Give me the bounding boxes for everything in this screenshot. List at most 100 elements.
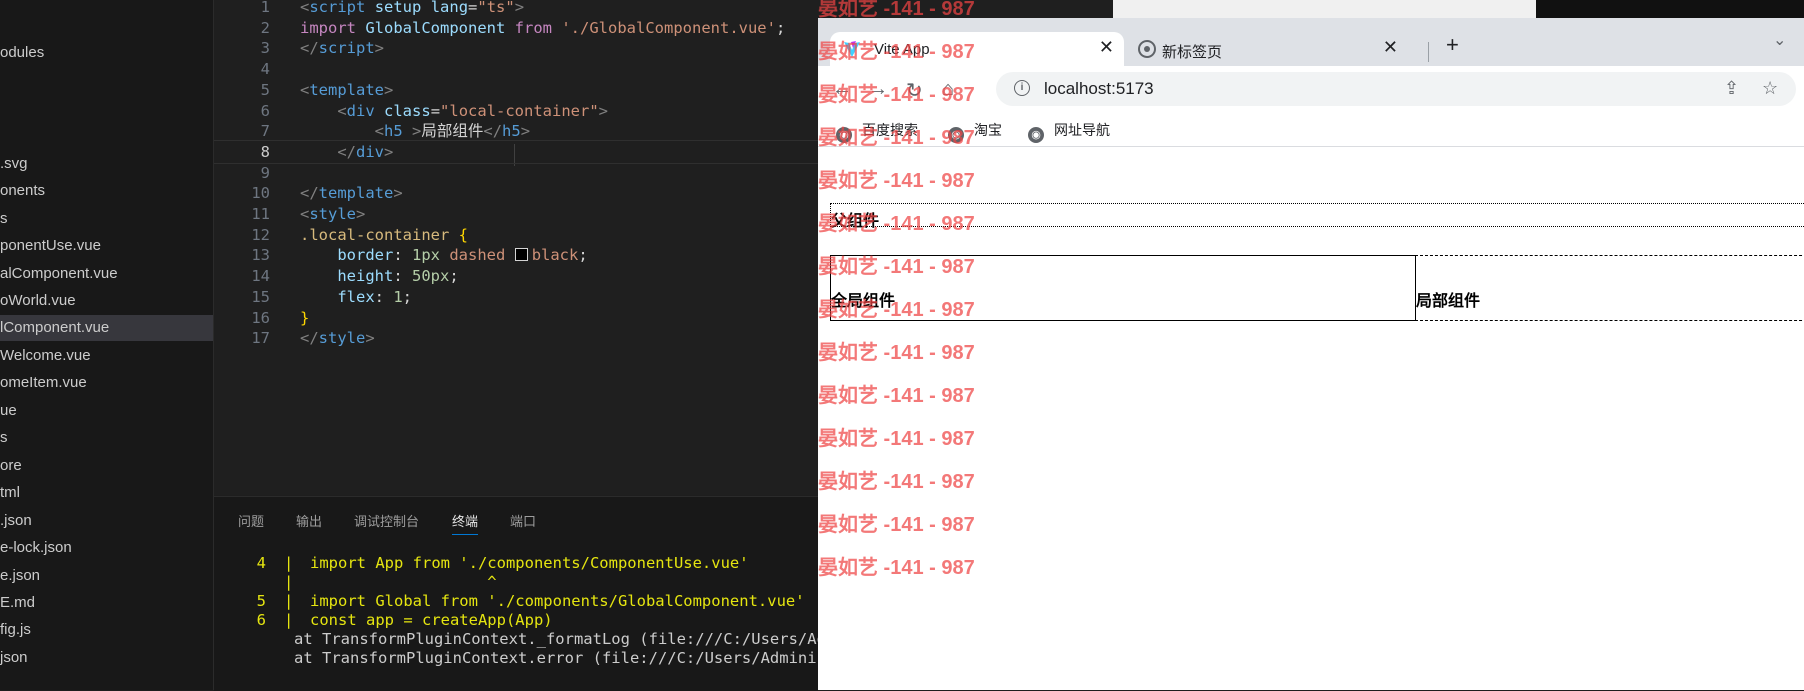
- tab-search-icon[interactable]: ⌄: [1773, 30, 1786, 50]
- code-token: './GlobalComponent.vue': [561, 18, 776, 37]
- code-token: 1px: [412, 246, 440, 265]
- explorer-item[interactable]: e-lock.json: [0, 535, 213, 561]
- code-token: <: [300, 0, 310, 16]
- code-token: >: [374, 39, 385, 58]
- code-text: </div>: [300, 141, 393, 163]
- local-label: 局部组件: [1416, 293, 1481, 310]
- code-token: >: [384, 142, 394, 161]
- global-label: 全局组件: [831, 293, 896, 310]
- code-token: :: [374, 287, 394, 306]
- new-tab-button[interactable]: +: [1446, 32, 1459, 58]
- code-token: .local-container: [300, 225, 450, 244]
- code-token: 1: [393, 287, 403, 306]
- bookmark-label: 淘宝: [974, 122, 1002, 138]
- explorer-item[interactable]: onents: [0, 178, 213, 204]
- tab-title: 新标签页: [1162, 44, 1223, 61]
- tab-vite-app[interactable]: Vite App ✕: [830, 32, 1124, 66]
- code-token: black: [531, 246, 579, 265]
- panel-tab[interactable]: 输出: [296, 511, 322, 530]
- color-swatch-icon[interactable]: [514, 248, 528, 262]
- explorer-item[interactable]: ue: [0, 398, 213, 424]
- panel-tab[interactable]: 终端: [452, 511, 479, 535]
- close-icon[interactable]: ✕: [1383, 37, 1398, 58]
- explorer-item[interactable]: lComponent.vue: [0, 315, 213, 341]
- panel-tab[interactable]: 问题: [238, 511, 264, 530]
- bookmark-label: 百度搜索: [862, 122, 918, 138]
- explorer-item[interactable]: alComponent.vue: [0, 261, 213, 287]
- code-token: <: [337, 101, 347, 120]
- tab-title: Vite App: [874, 41, 930, 58]
- close-icon[interactable]: ✕: [1099, 37, 1114, 58]
- explorer-item[interactable]: omeItem.vue: [0, 370, 213, 396]
- globe-icon: ◉: [948, 127, 964, 143]
- terminal-line: at TransformPluginContext.error (file://…: [214, 647, 818, 669]
- explorer-item[interactable]: e.json: [0, 563, 213, 589]
- forward-arrow-icon[interactable]: →: [868, 78, 888, 101]
- url-text[interactable]: localhost:5173: [1044, 79, 1154, 99]
- address-bar[interactable]: i localhost:5173 ⇪ ☆: [996, 72, 1796, 106]
- tab-new-tab[interactable]: 新标签页 ✕: [1126, 32, 1408, 66]
- code-token: 50px: [412, 267, 450, 286]
- bookmark-star-icon[interactable]: ☆: [1762, 78, 1778, 99]
- browser-toolbar: ← → ↻ ⌂ i localhost:5173 ⇪ ☆: [818, 66, 1804, 112]
- browser-window: Vite App ✕ 新标签页 ✕ + ⌄ ← → ↻ ⌂ i localhos…: [818, 18, 1804, 690]
- explorer-item[interactable]: s: [0, 425, 213, 451]
- tab-strip: Vite App ✕ 新标签页 ✕ + ⌄: [818, 18, 1804, 66]
- explorer-item[interactable]: ponentUse.vue: [0, 233, 213, 259]
- parent-label: 父组件: [831, 213, 880, 230]
- explorer-item[interactable]: ore: [0, 453, 213, 479]
- bottom-panel: 问题 输出 调试控制台 终端 端口 4 | import App from './compo…: [214, 496, 818, 691]
- code-token: border: [337, 246, 394, 265]
- code-token: <: [300, 80, 310, 99]
- tab-separator: [1428, 42, 1429, 62]
- code-token: </: [483, 122, 503, 141]
- panel-tab[interactable]: 端口: [510, 511, 536, 530]
- code-token: >: [514, 0, 525, 16]
- code-token: import: [300, 18, 356, 37]
- globe-icon: ◉: [1028, 127, 1044, 143]
- code-token: template: [309, 80, 384, 99]
- code-token: dashed: [449, 246, 506, 265]
- code-token: >: [598, 101, 609, 120]
- code-token: >: [365, 329, 375, 348]
- explorer-item[interactable]: odules: [0, 40, 213, 66]
- code-token: style: [318, 329, 366, 348]
- explorer-item[interactable]: oWorld.vue: [0, 288, 213, 314]
- code-token: <: [374, 122, 384, 141]
- code-token: setup: [374, 0, 422, 16]
- code-token: >: [520, 122, 531, 141]
- code-line[interactable]: 17 </style>: [214, 326, 818, 350]
- panel-tab[interactable]: 调试控制台: [354, 511, 419, 530]
- back-arrow-icon[interactable]: ←: [832, 78, 852, 101]
- explorer-item[interactable]: E.md: [0, 590, 213, 616]
- explorer-item[interactable]: .svg: [0, 151, 213, 177]
- vite-logo-icon: [844, 41, 860, 57]
- code-token: :: [393, 267, 412, 286]
- bookmark-item[interactable]: ◉ 网址导航: [1028, 120, 1110, 143]
- code-token: =: [430, 101, 441, 120]
- explorer-item[interactable]: .json: [0, 508, 213, 534]
- share-icon[interactable]: ⇪: [1724, 78, 1739, 99]
- code-token: {: [458, 225, 468, 244]
- home-icon[interactable]: ⌂: [942, 78, 954, 101]
- explorer-item[interactable]: json: [0, 645, 213, 671]
- site-info-icon[interactable]: i: [1014, 80, 1030, 96]
- code-editor[interactable]: 1 <script setup lang="ts"> 2 import GlobalC…: [214, 0, 818, 495]
- explorer-item[interactable]: Welcome.vue: [0, 343, 213, 369]
- explorer-item[interactable]: tml: [0, 480, 213, 506]
- code-token: class: [384, 101, 431, 120]
- bookmark-item[interactable]: ◉ 淘宝: [948, 120, 1002, 143]
- explorer-item[interactable]: s: [0, 206, 213, 232]
- code-token: </: [300, 329, 319, 348]
- explorer-item[interactable]: fig.js: [0, 617, 213, 643]
- reload-icon[interactable]: ↻: [906, 78, 923, 103]
- bookmark-item[interactable]: ◉ 百度搜索: [836, 120, 918, 143]
- local-component-box: 局部组件: [1415, 255, 1804, 321]
- terminal-text: at TransformPluginContext.error (file://…: [294, 649, 818, 667]
